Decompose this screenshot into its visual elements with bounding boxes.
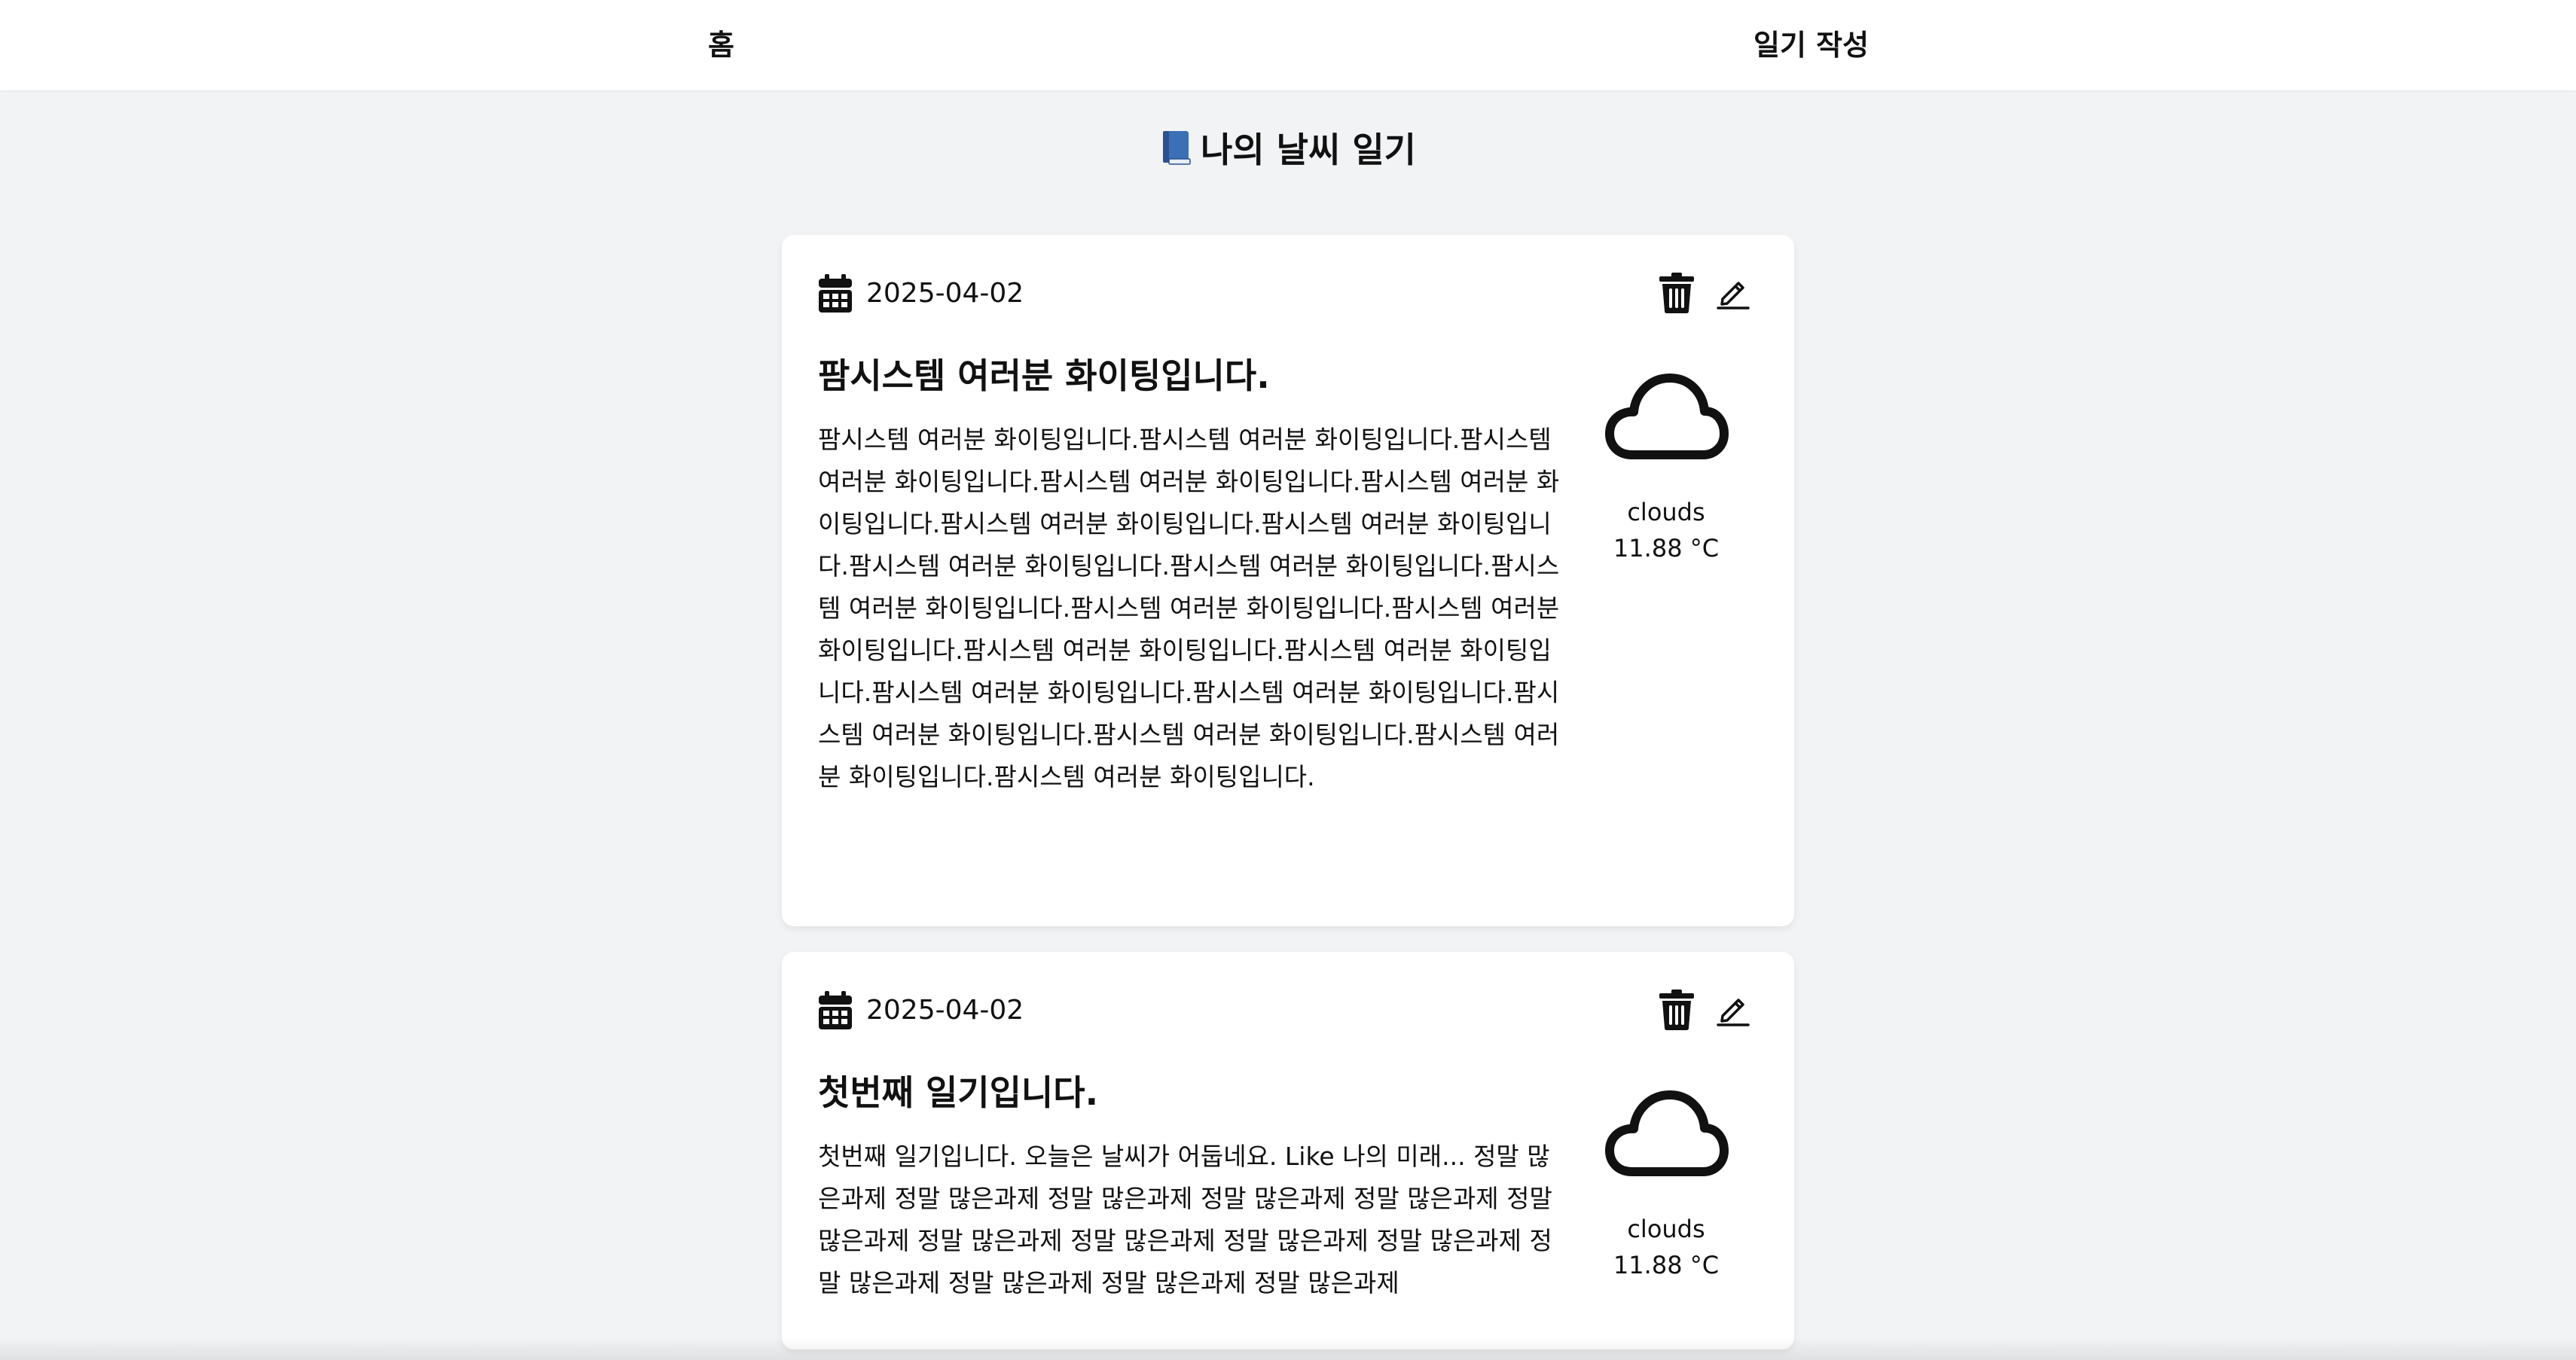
blue-book-icon [1160,129,1193,179]
calendar-icon [818,274,853,313]
nav-home-link[interactable]: 홈 [708,23,734,68]
weather-description: clouds [1627,498,1705,526]
edit-entry-button[interactable] [1714,990,1752,1032]
pencil-icon [1717,276,1750,312]
nav-write-diary-link[interactable]: 일기 작성 [1753,23,1869,68]
entry-title: 팜시스템 여러분 화이팅입니다. [818,355,1270,396]
cloud-icon [1583,1087,1749,1181]
trash-icon [1659,272,1694,316]
diary-card: 2025-04-02 [782,235,1794,926]
weather-temperature: 11.88 °C [1613,534,1720,563]
weather-description: clouds [1627,1215,1705,1243]
entry-title: 첫번째 일기입니다. [818,1072,1099,1113]
bottom-edge-shadow [0,1337,2576,1360]
entry-date-row: 2025-04-02 [818,273,1024,315]
trash-icon [1659,989,1694,1032]
weather-temperature: 11.88 °C [1613,1251,1720,1279]
page-title: 나의 날씨 일기 [0,125,2576,179]
cloud-icon [1583,370,1749,464]
entry-date: 2025-04-02 [866,278,1024,309]
entry-date: 2025-04-02 [866,995,1024,1026]
calendar-icon [818,991,853,1030]
diary-card: 2025-04-02 [782,952,1794,1349]
top-navigation: 홈 일기 작성 [0,0,2576,90]
entry-actions [1656,271,1752,316]
weather-info: clouds 11.88 °C [1583,370,1749,566]
delete-entry-button[interactable] [1656,271,1698,316]
edit-entry-button[interactable] [1714,273,1752,315]
page-title-text: 나의 날씨 일기 [1201,130,1416,170]
entry-date-row: 2025-04-02 [818,990,1024,1032]
entry-content: 첫번째 일기입니다. 오늘은 날씨가 어둡네요. Like 나의 미래... 정… [818,1142,1552,1297]
entry-content: 팜시스템 여러분 화이팅입니다.팜시스템 여러분 화이팅입니다.팜시스템 여러분… [818,425,1560,791]
delete-entry-button[interactable] [1656,988,1698,1033]
entry-actions [1656,988,1752,1033]
weather-info: clouds 11.88 °C [1583,1087,1749,1283]
pencil-icon [1717,993,1750,1029]
